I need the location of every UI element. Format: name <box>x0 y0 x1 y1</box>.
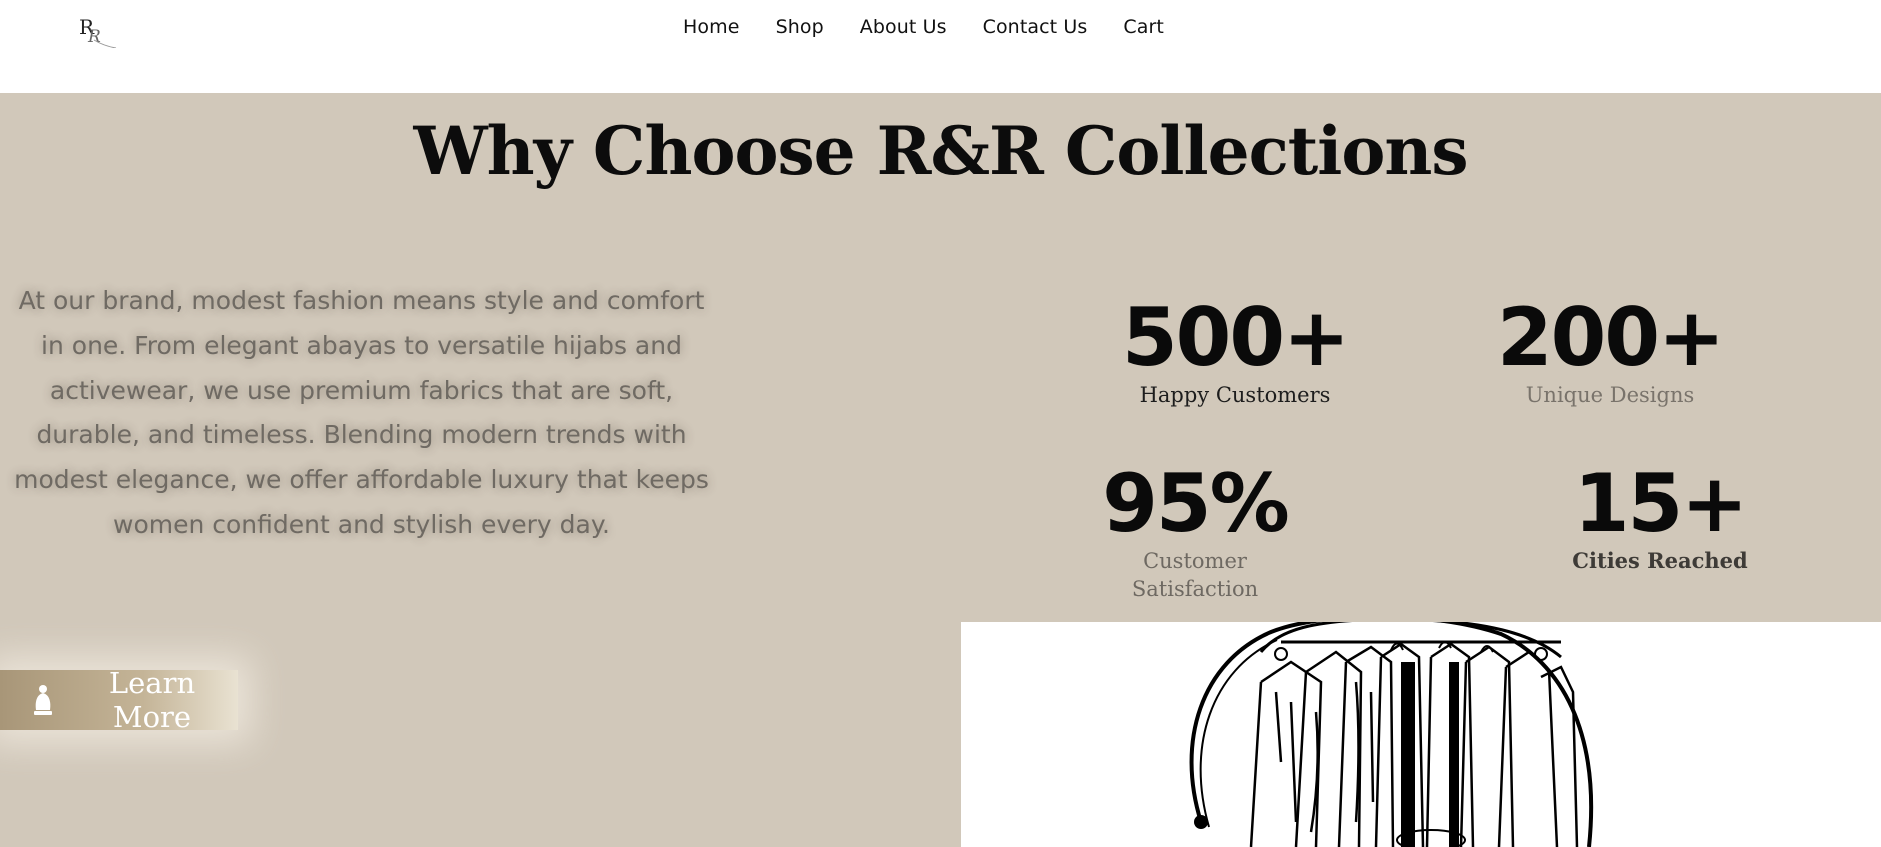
stat-unique-designs: 200+ Unique Designs <box>1495 295 1725 409</box>
main-nav: Home Shop About Us Contact Us Cart <box>0 14 1881 40</box>
stat-value: 95% <box>1102 457 1289 550</box>
stat-happy-customers: 500+ Happy Customers <box>1120 295 1350 409</box>
site-header: R R Home Shop About Us Contact Us Cart <box>0 0 1881 93</box>
section-title: Why Choose R&R Collections <box>413 112 1469 190</box>
brand-description: At our brand, modest fashion means style… <box>14 286 709 539</box>
stat-cities-reached: 15+ Cities Reached <box>1545 461 1775 575</box>
nav-cart[interactable]: Cart <box>1123 14 1164 40</box>
nav-home[interactable]: Home <box>683 14 740 40</box>
nav-shop[interactable]: Shop <box>776 14 824 40</box>
nav-contact-us[interactable]: Contact Us <box>983 14 1088 40</box>
learn-more-label: Learn More <box>108 666 196 734</box>
person-icon <box>32 684 54 716</box>
stat-value: 200+ <box>1496 291 1725 384</box>
stat-value: 15+ <box>1573 457 1748 550</box>
stat-label: Customer Satisfaction <box>1131 549 1259 601</box>
stat-label: Unique Designs <box>1525 383 1695 407</box>
stat-label: Happy Customers <box>1139 383 1331 407</box>
stat-value: 500+ <box>1121 291 1350 384</box>
learn-more-button[interactable]: Learn More <box>0 666 238 734</box>
stat-label: Cities Reached <box>1572 548 1748 573</box>
clothing-rack-illustration <box>961 622 1881 847</box>
nav-about-us[interactable]: About Us <box>860 14 947 40</box>
stat-customer-satisfaction: 95% Customer Satisfaction <box>1080 461 1310 603</box>
